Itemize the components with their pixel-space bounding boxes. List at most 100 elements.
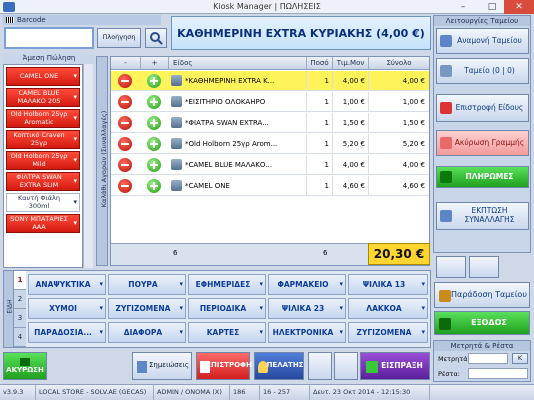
return-item-button[interactable]: Επιστροφή Είδους — [436, 94, 529, 122]
row-qty: 1 — [307, 71, 333, 91]
cash-change-title: Μετρητά & Ρέστα — [434, 341, 530, 351]
quick-sale-item[interactable]: Old Holborn 25γρ Mild — [6, 151, 80, 170]
category-page-tab[interactable]: 1 — [14, 271, 26, 290]
register-icon — [440, 35, 452, 47]
cart-vertical-tab-label: Καλάθι Αγορών (Συναλλαγές) — [100, 110, 108, 208]
table-row[interactable]: *ΕΙΣΙΤΗΡΙΟ ΟΛΟΚΑΗΡΟ 1 1,00 € 1,00 € — [111, 92, 429, 112]
row-total: 4,60 € — [402, 182, 425, 190]
category-button[interactable]: ΦΑΡΜΑΚΕΙΟ — [268, 274, 346, 295]
cash-drawer-icon — [440, 65, 452, 77]
barcode-input[interactable] — [4, 27, 94, 49]
exit-button[interactable]: ΕΞΟΔΟΣ — [434, 311, 530, 335]
minimize-button[interactable]: – — [452, 0, 474, 14]
add-icon[interactable] — [147, 95, 161, 109]
cash-ok-button[interactable]: K — [512, 353, 528, 364]
quick-sale-item[interactable]: ΦΙΛΤΡΑ SWAN EXTRA SLIM — [6, 172, 80, 191]
window-title: Kiosk Manager | ΠΩΛΗΣΕΙΣ — [213, 2, 321, 11]
close-button[interactable]: ✕ — [504, 0, 534, 14]
category-page-tab[interactable]: 3 — [14, 309, 26, 328]
cash-register-label: Ταμείο (0 | 0) — [464, 65, 515, 75]
quick-sale-item[interactable]: SONY ΜΠΑΤΑΡΙΕΣ ΑΑΑ — [6, 214, 80, 233]
quick-sale-item[interactable]: Κοπτικό Craven 25γρ — [6, 130, 80, 149]
cash-label: Μετρητά: — [438, 355, 470, 363]
cancel-icon — [20, 357, 30, 366]
category-button[interactable]: ΖΥΓΙΖΟΜΕΝΑ — [348, 322, 428, 343]
category-button[interactable]: ΕΦΗΜΕΡΙΔΕΣ — [188, 274, 266, 295]
customer-label: ΠΕΛΑΤΗΣ — [266, 361, 304, 370]
cancel-transaction-label: ΑΚΥΡΩΣΗ — [6, 365, 44, 374]
cash-register-button[interactable]: Ταμείο (0 | 0) — [436, 58, 529, 84]
table-row[interactable]: *ΦΙΑΤΡΑ SWAN EXTRA... 1 1,50 € 1,50 € — [111, 113, 429, 133]
add-icon[interactable] — [147, 158, 161, 172]
quick-sale-scrollbar[interactable] — [83, 64, 93, 268]
remove-icon[interactable] — [118, 158, 132, 172]
category-button[interactable]: ΠΑΡΑΔΟΣΙΑ... — [28, 322, 106, 343]
payments-label: ΠΛΗΡΩΜΕΣ — [465, 171, 514, 181]
category-button[interactable]: ΖΥΓΙΖΟΜΕΝΑ — [108, 298, 186, 319]
header-qty: Ποσό — [307, 57, 333, 70]
category-button[interactable]: ΛΑΚΚΟΑ — [348, 298, 428, 319]
quick-sale-item[interactable]: CAMEL BLUE ΜΑΛΑΚΟ 20S — [6, 88, 80, 107]
discount-button[interactable]: ΕΚΠΤΩΣΗ ΣΥΝΑΛΛΑΓΗΣ — [436, 202, 529, 230]
remove-icon[interactable] — [118, 74, 132, 88]
table-row[interactable]: *CAMEL BLUE ΜΑΛΑΚΟ... 1 4,00 € 4,00 € — [111, 155, 429, 175]
register-functions-panel: Λειτουργίες Ταμείου Αναμονή Ταμείου Ταμε… — [433, 15, 531, 253]
maximize-button[interactable]: □ — [481, 0, 503, 14]
remove-icon[interactable] — [118, 116, 132, 130]
table-row[interactable]: *CAMEL ONE 1 4,60 € 4,60 € — [111, 176, 429, 196]
add-icon[interactable] — [147, 179, 161, 193]
category-button[interactable]: ΠΕΡΙΟΔΙΚΑ — [188, 298, 266, 319]
remove-icon[interactable] — [118, 179, 132, 193]
add-icon[interactable] — [147, 116, 161, 130]
category-button[interactable]: ΚΑΡΤΕΣ — [188, 322, 266, 343]
grand-total: 20,30 € — [368, 243, 430, 265]
notes-icon — [137, 361, 147, 373]
return-item-label: Επιστροφή Είδους — [455, 102, 524, 112]
category-button[interactable]: ΔΙΑΦΟΡΑ — [108, 322, 186, 343]
status-bar: v3.9.3 LOCAL STORE - SOLV.AE (GECAS) ADM… — [0, 384, 534, 400]
payments-button[interactable]: ΠΛΗΡΩΜΕΣ — [436, 166, 529, 188]
navigate-button-label: Πλοήγηση — [102, 33, 136, 42]
row-total: 5,20 € — [402, 140, 425, 148]
category-button[interactable]: ΧΥΜΟΙ — [28, 298, 106, 319]
cancel-line-button[interactable]: Ακύρωση Γραμμής — [436, 130, 529, 156]
scale-icon[interactable] — [436, 256, 466, 278]
row-qty: 1 — [307, 176, 333, 196]
category-button[interactable]: ΨΙΛΙΚΑ 23 — [268, 298, 346, 319]
cancel-transaction-button[interactable]: ΑΚΥΡΩΣΗ — [3, 352, 47, 380]
cash-input[interactable] — [468, 353, 508, 364]
category-button[interactable]: ΑΝΑΨΥΚΤΙΚΑ — [28, 274, 106, 295]
search-icon[interactable] — [145, 28, 167, 48]
category-button[interactable]: ΨΙΛΙΚΑ 13 — [348, 274, 428, 295]
row-total: 1,00 € — [402, 98, 425, 106]
category-button[interactable]: ΗΛΕΚΤΡΟΝΙΚΑ — [268, 322, 346, 343]
status-date: Δευτ. 23 Οκτ 2014 - 12:15:30 — [310, 385, 430, 400]
category-button[interactable]: ΠΟΥΡΑ — [108, 274, 186, 295]
settings-icon[interactable] — [334, 352, 358, 380]
collect-payment-button[interactable]: ΕΙΣΠΡΑΞΗ — [360, 352, 430, 380]
register-handover-button[interactable]: Παράδοση Ταμείου — [434, 282, 530, 308]
navigate-button[interactable]: Πλοήγηση — [97, 28, 141, 48]
cart-vertical-tab[interactable]: Καλάθι Αγορών (Συναλλαγές) — [96, 56, 108, 266]
category-page-tab[interactable]: 2 — [14, 290, 26, 309]
quick-sale-item[interactable]: Old Holborn 25γρ Aromatic — [6, 109, 80, 128]
row-price: 4,00 € — [333, 71, 369, 91]
returns-button[interactable]: ΕΠΙΣΤΡΟΦΗ — [196, 352, 252, 380]
remove-icon[interactable] — [118, 95, 132, 109]
discount-icon — [440, 210, 452, 222]
quick-sale-item[interactable]: Καυτή Φιάλη 300ml — [6, 193, 80, 212]
handover-icon — [439, 290, 451, 302]
quick-sale-item[interactable]: CAMEL ONE — [6, 67, 80, 86]
table-row[interactable]: *Old Holborn 25γρ Arom... 1 5,20 € 5,20 … — [111, 134, 429, 154]
add-icon[interactable] — [147, 137, 161, 151]
table-row[interactable]: *ΚΑΘΗΜΕΡΙΝΗ EXTRA K... 1 4,00 € 4,00 € — [111, 71, 429, 91]
add-icon[interactable] — [147, 74, 161, 88]
remove-icon[interactable] — [118, 137, 132, 151]
calculator-icon[interactable] — [308, 352, 332, 380]
wait-register-button[interactable]: Αναμονή Ταμείου — [436, 28, 529, 54]
customer-button[interactable]: ΠΕΛΑΤΗΣ — [254, 352, 304, 380]
notes-button[interactable]: Σημειώσεις — [132, 352, 192, 380]
category-page-tab[interactable]: 4 — [14, 328, 26, 347]
keyboard-icon[interactable] — [469, 256, 499, 278]
change-output — [468, 368, 528, 379]
